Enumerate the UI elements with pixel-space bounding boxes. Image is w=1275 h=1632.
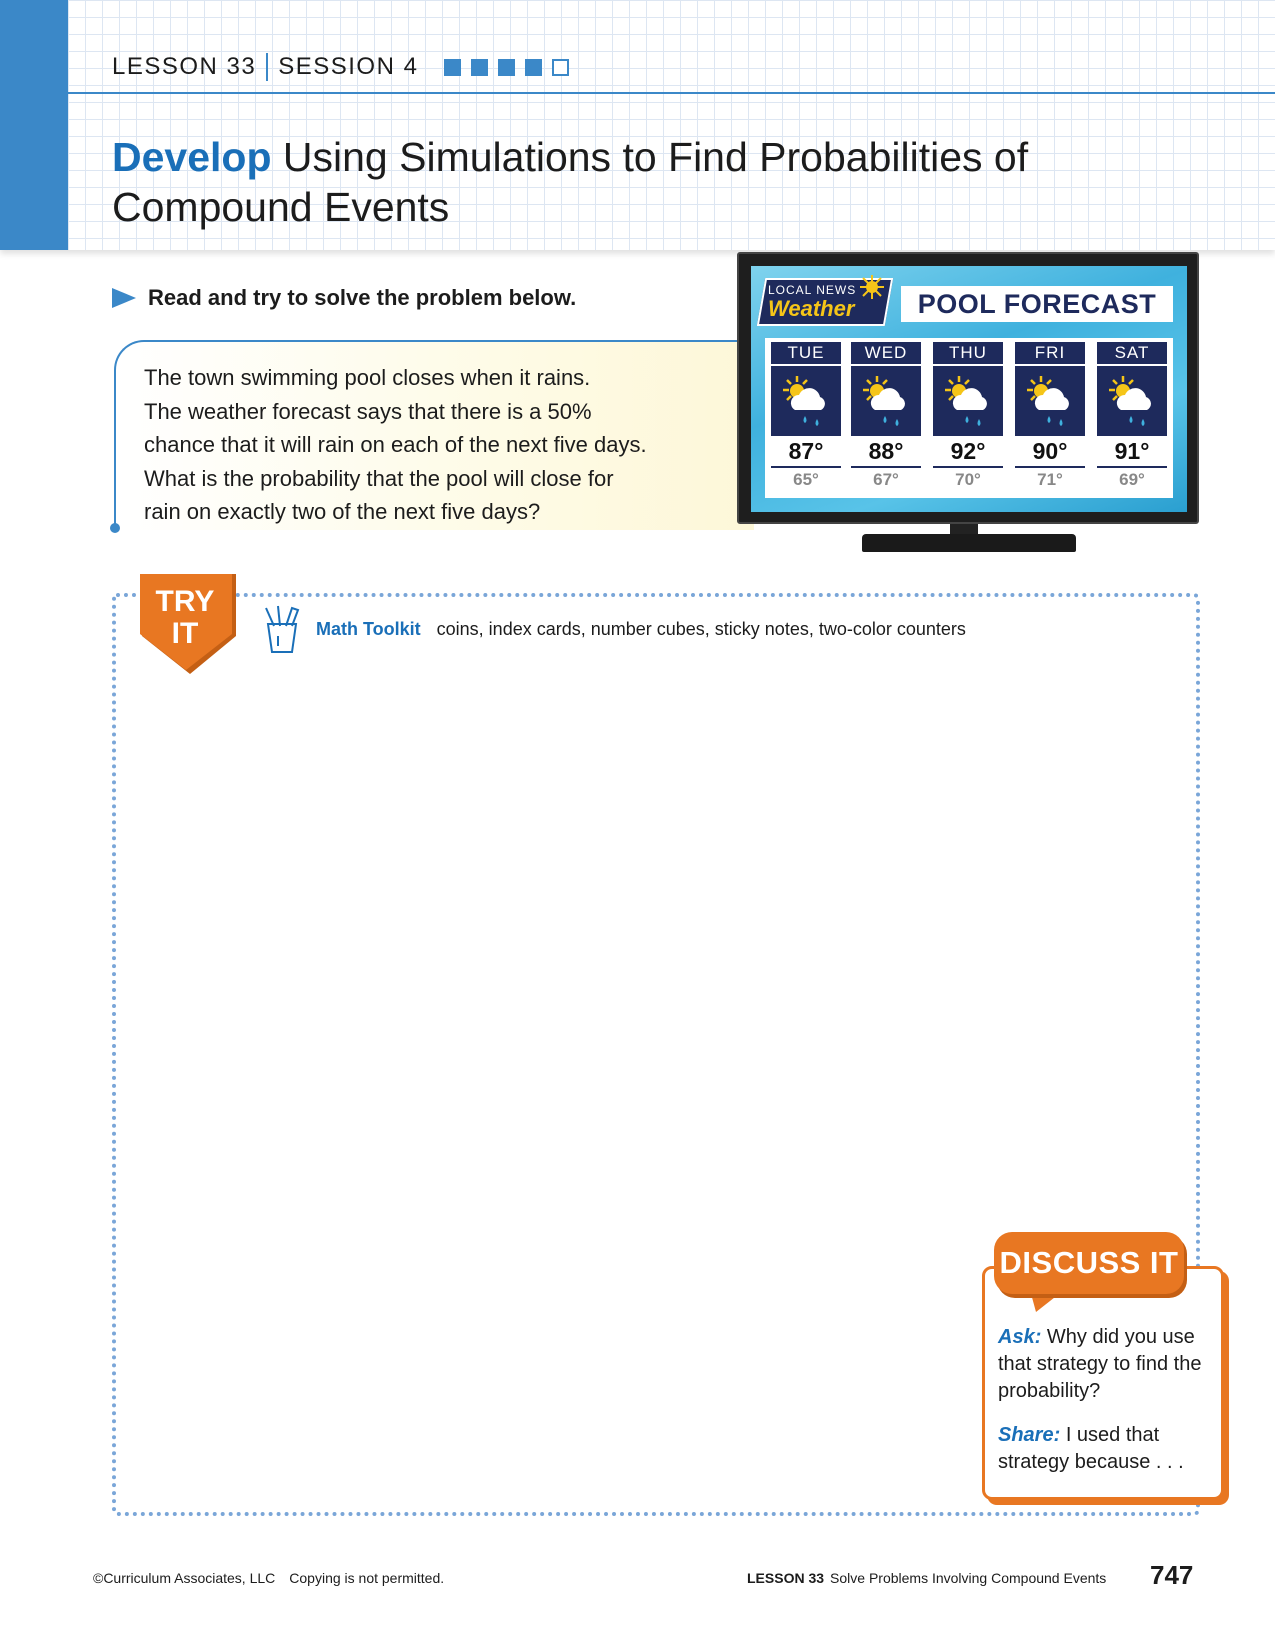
progress-square-filled — [498, 58, 516, 76]
title-develop: Develop — [112, 134, 272, 180]
forecast-day: SAT 91° 69° — [1097, 342, 1167, 490]
day-high-temp: 88° — [851, 438, 921, 468]
day-high-temp: 91° — [1097, 438, 1167, 468]
sun-cloud-rain-icon — [933, 366, 1003, 436]
instruction: Read and try to solve the problem below. — [112, 285, 576, 311]
page-number: 747 — [1150, 1560, 1194, 1590]
day-low-temp: 71° — [1037, 470, 1063, 489]
forecast-day: FRI 90° 71° — [1015, 342, 1085, 490]
day-name: FRI — [1015, 342, 1085, 364]
footer-copyright: ©Curriculum Associates, LLC Copying is no… — [93, 1570, 444, 1586]
badge-local-news: LOCAL NEWS — [768, 283, 857, 297]
math-toolkit: Math Toolkit coins, index cards, number … — [262, 604, 966, 654]
lesson-separator — [266, 53, 269, 81]
forecast-day: WED 88° 67° — [851, 342, 921, 490]
try-it-line2: IT — [171, 617, 199, 650]
lesson-session-line: LESSON 33 SESSION 4 — [112, 50, 570, 84]
day-high-temp: 92° — [933, 438, 1003, 468]
sun-cloud-rain-icon — [771, 366, 841, 436]
day-low-temp: 69° — [1119, 470, 1145, 489]
session-progress — [444, 58, 570, 76]
footer-lesson: LESSON 33 Solve Problems Involving Compou… — [747, 1570, 1106, 1586]
ask-label: Ask: — [998, 1326, 1042, 1348]
forecast-day: TUE 87° 65° — [771, 342, 841, 490]
problem-line: The weather forecast says that there is … — [144, 398, 592, 424]
problem-line: The town swimming pool closes when it ra… — [144, 365, 591, 390]
tv-screen: LOCAL NEWS Weather POOL FORECAST TUE 87°… — [751, 266, 1187, 512]
footer-lesson-label: LESSON 33 — [747, 1570, 825, 1586]
progress-square-empty — [552, 58, 570, 76]
day-low-temp: 67° — [873, 470, 899, 489]
toolkit-cup-icon — [265, 605, 300, 653]
page-header: LESSON 33 SESSION 4 Develop Using Simula… — [0, 0, 1275, 250]
forecast-days: TUE 87° 65° WED 88° 67° THU 92° 70° FRI … — [765, 338, 1173, 498]
copyright-text: ©Curriculum Associates, LLC — [93, 1570, 276, 1586]
day-name: WED — [851, 342, 921, 364]
arrow-right-icon — [112, 288, 136, 308]
day-high-temp: 87° — [771, 438, 841, 468]
session-label: SESSION 4 — [278, 53, 419, 80]
day-high-temp: 90° — [1015, 438, 1085, 468]
header-rule — [68, 92, 1275, 94]
tv-stand — [862, 534, 1076, 552]
problem-line: What is the probability that the pool wi… — [144, 465, 614, 491]
day-low-temp: 70° — [955, 470, 981, 489]
copy-notice: Copying is not permitted. — [289, 1570, 445, 1586]
sun-cloud-rain-icon — [1097, 366, 1167, 436]
discuss-share: Share: I used that strategy because . . … — [998, 1422, 1213, 1476]
badge-weather: Weather — [768, 296, 855, 321]
toolkit-items: coins, index cards, number cubes, sticky… — [436, 618, 966, 639]
discuss-it-title: DISCUSS IT — [994, 1232, 1184, 1294]
sun-icon — [860, 275, 884, 299]
progress-square-filled — [471, 58, 489, 76]
footer-lesson-title: Solve Problems Involving Compound Events — [830, 1570, 1107, 1586]
forecast-day: THU 92° 70° — [933, 342, 1003, 490]
lesson-label: LESSON 33 — [112, 53, 257, 80]
share-label: Share: — [998, 1424, 1061, 1446]
sun-cloud-rain-icon — [851, 366, 921, 436]
page-title: Develop Using Simulations to Find Probab… — [112, 132, 1112, 232]
problem-box-dot — [110, 523, 120, 533]
toolkit-label: Math Toolkit — [316, 618, 421, 639]
problem-line: chance that it will rain on each of the … — [144, 432, 647, 457]
day-name: TUE — [771, 342, 841, 364]
day-low-temp: 65° — [793, 470, 819, 489]
try-it-line1: TRY — [155, 585, 215, 618]
discuss-ask: Ask: Why did you use that strategy to fi… — [998, 1324, 1213, 1405]
tv-illustration: LOCAL NEWS Weather POOL FORECAST TUE 87°… — [737, 252, 1199, 524]
day-name: SAT — [1097, 342, 1167, 364]
progress-square-filled — [444, 58, 462, 76]
instruction-text: Read and try to solve the problem below. — [148, 285, 577, 310]
header-accent-tab — [0, 0, 68, 250]
try-it-label: TRY IT — [140, 586, 230, 650]
problem-line: rain on exactly two of the next five day… — [144, 499, 541, 524]
problem-text: The town swimming pool closes when it ra… — [144, 361, 744, 529]
pool-forecast-title: POOL FORECAST — [901, 286, 1173, 322]
sun-cloud-rain-icon — [1015, 366, 1085, 436]
progress-square-filled — [525, 58, 543, 76]
day-name: THU — [933, 342, 1003, 364]
